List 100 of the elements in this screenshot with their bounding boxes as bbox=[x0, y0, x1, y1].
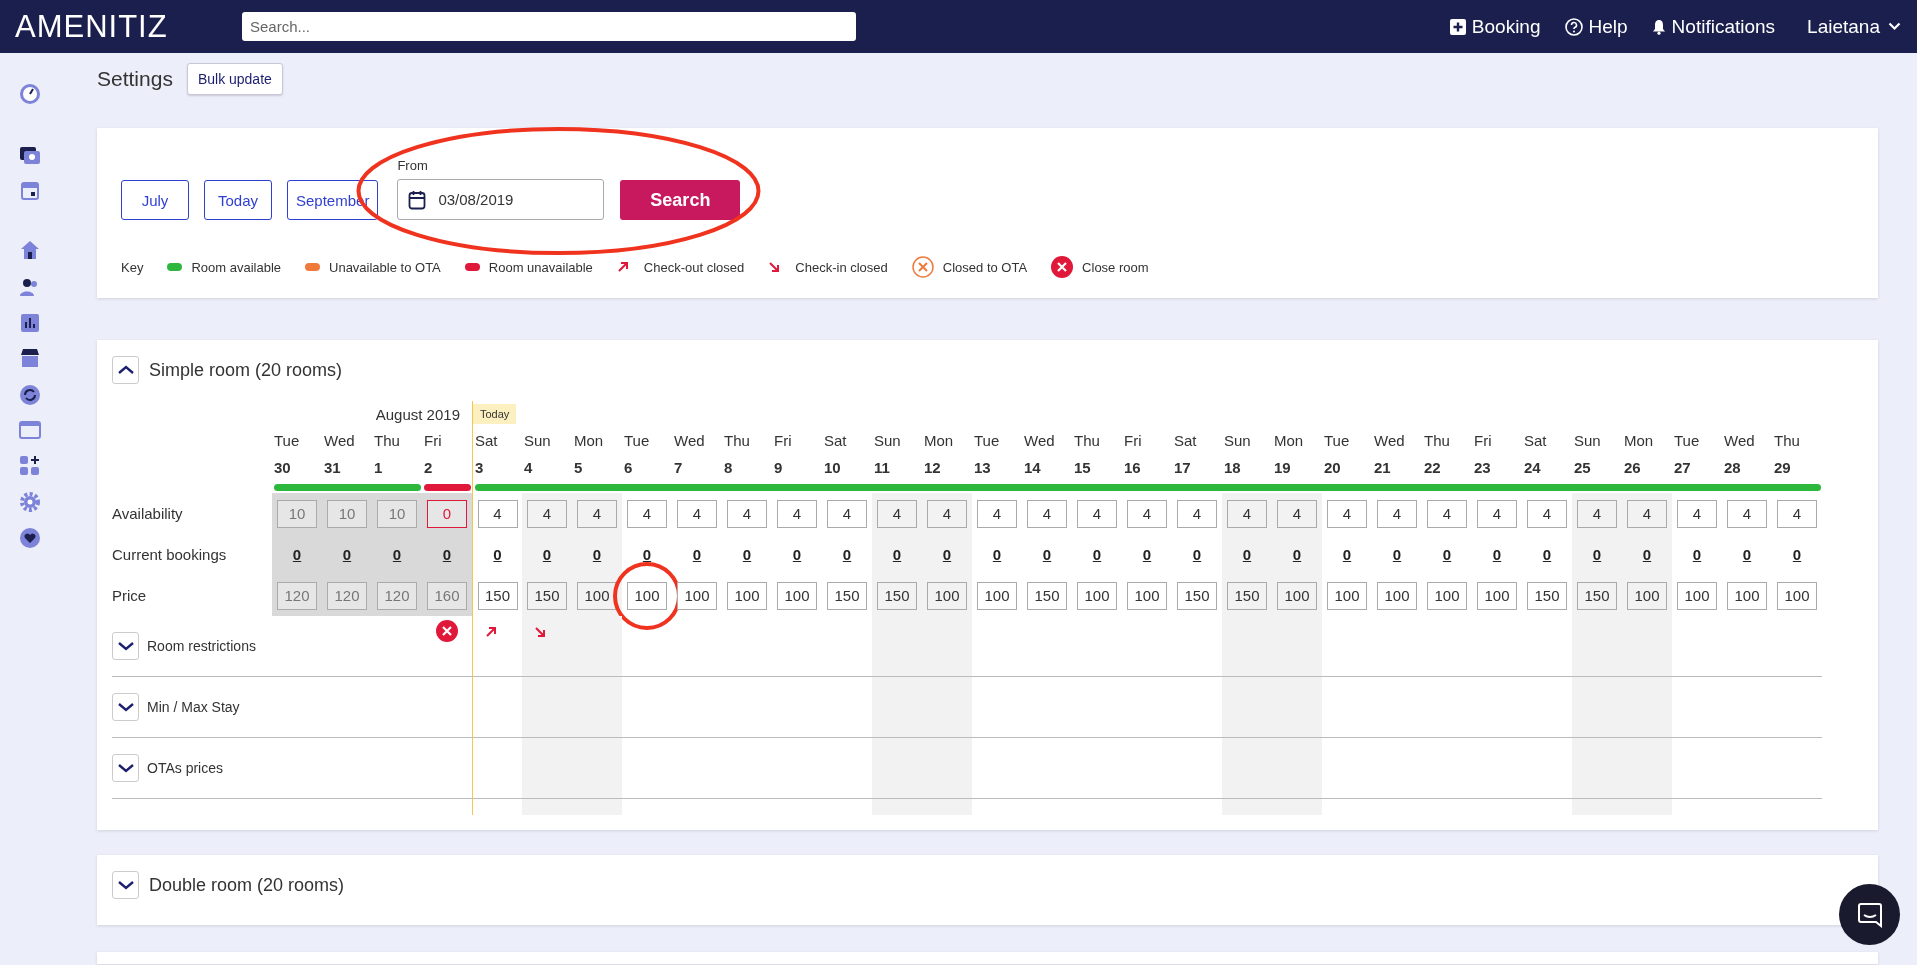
availability-field[interactable]: 4 bbox=[877, 499, 917, 528]
bookings-link[interactable]: 0 bbox=[592, 546, 602, 563]
price-field[interactable]: 150 bbox=[477, 581, 518, 610]
availability-field[interactable]: 4 bbox=[1477, 499, 1517, 528]
bookings-link[interactable]: 0 bbox=[1792, 546, 1802, 563]
bookings-link[interactable]: 0 bbox=[942, 546, 952, 563]
availability-field[interactable]: 4 bbox=[1577, 499, 1617, 528]
availability-field[interactable]: 4 bbox=[1227, 499, 1267, 528]
price-field[interactable]: 100 bbox=[1477, 581, 1517, 610]
bookings-link[interactable]: 0 bbox=[1692, 546, 1702, 563]
price-field[interactable]: 100 bbox=[1677, 581, 1717, 610]
price-field[interactable]: 150 bbox=[1227, 581, 1267, 610]
chat-button[interactable] bbox=[1839, 884, 1900, 945]
price-field[interactable]: 100 bbox=[777, 581, 817, 610]
search-field[interactable]: Search... bbox=[242, 12, 856, 41]
price-field[interactable]: 120 bbox=[327, 581, 367, 610]
bookings-link[interactable]: 0 bbox=[692, 546, 702, 563]
bookings-link[interactable]: 0 bbox=[1392, 546, 1402, 563]
price-field[interactable]: 100 bbox=[1327, 581, 1367, 610]
price-field[interactable]: 150 bbox=[527, 581, 567, 610]
availability-field[interactable]: 4 bbox=[1427, 499, 1467, 528]
calendar-icon[interactable] bbox=[19, 179, 41, 201]
availability-field[interactable]: 4 bbox=[1777, 499, 1817, 528]
price-field[interactable]: 100 bbox=[577, 581, 617, 610]
availability-field[interactable]: 4 bbox=[827, 499, 867, 528]
bookings-link[interactable]: 0 bbox=[1342, 546, 1352, 563]
store-icon[interactable] bbox=[19, 347, 41, 369]
date-field[interactable]: 03/08/2019 bbox=[397, 179, 605, 220]
bookings-link[interactable]: 0 bbox=[542, 546, 552, 563]
price-field[interactable]: 100 bbox=[627, 581, 667, 610]
price-field[interactable]: 100 bbox=[1777, 581, 1817, 610]
bookings-link[interactable]: 0 bbox=[1292, 546, 1302, 563]
availability-field[interactable]: 4 bbox=[527, 499, 567, 528]
price-field[interactable]: 150 bbox=[1577, 581, 1617, 610]
price-field[interactable]: 100 bbox=[1627, 581, 1667, 610]
availability-field[interactable]: 4 bbox=[1077, 499, 1117, 528]
availability-field[interactable]: 4 bbox=[627, 499, 667, 528]
price-field[interactable]: 100 bbox=[677, 581, 717, 610]
bookings-link[interactable]: 0 bbox=[1442, 546, 1452, 563]
bookings-link[interactable]: 0 bbox=[493, 546, 502, 563]
nav-link[interactable]: Booking bbox=[1449, 15, 1541, 38]
expand-button[interactable] bbox=[112, 871, 139, 899]
home-icon[interactable] bbox=[19, 239, 41, 261]
availability-field[interactable]: 4 bbox=[1377, 499, 1417, 528]
price-field[interactable]: 100 bbox=[1277, 581, 1317, 610]
month-button[interactable]: Today bbox=[204, 180, 272, 220]
price-field[interactable]: 150 bbox=[827, 581, 867, 610]
price-field[interactable]: 100 bbox=[1727, 581, 1767, 610]
search-button[interactable]: Search bbox=[620, 180, 741, 220]
availability-field[interactable]: 4 bbox=[777, 499, 817, 528]
chart-icon[interactable] bbox=[19, 312, 41, 334]
price-field[interactable]: 100 bbox=[1127, 581, 1167, 610]
price-field[interactable]: 100 bbox=[1077, 581, 1117, 610]
bookings-link[interactable]: 0 bbox=[392, 546, 402, 563]
price-field[interactable]: 120 bbox=[377, 581, 417, 610]
price-field[interactable]: 100 bbox=[1377, 581, 1417, 610]
bulk-update-button[interactable]: Bulk update bbox=[186, 62, 283, 95]
bookings-link[interactable]: 0 bbox=[642, 546, 652, 563]
bookings-link[interactable]: 0 bbox=[442, 546, 452, 563]
bookings-link[interactable]: 0 bbox=[1592, 546, 1602, 563]
availability-field[interactable]: 4 bbox=[727, 499, 767, 528]
bookings-link[interactable]: 0 bbox=[1242, 546, 1252, 563]
settings-icon[interactable] bbox=[19, 491, 41, 513]
expand-button[interactable] bbox=[112, 754, 139, 782]
availability-field[interactable]: 10 bbox=[377, 499, 417, 528]
availability-field[interactable]: 4 bbox=[1327, 499, 1367, 528]
price-field[interactable]: 100 bbox=[1427, 581, 1467, 610]
price-field[interactable]: 150 bbox=[1527, 581, 1567, 610]
availability-field[interactable]: 4 bbox=[1727, 499, 1767, 528]
availability-field[interactable]: 4 bbox=[1127, 499, 1167, 528]
gauge-icon[interactable] bbox=[19, 83, 41, 105]
availability-field[interactable]: 0 bbox=[427, 499, 467, 528]
images-icon[interactable] bbox=[19, 144, 41, 166]
bookings-link[interactable]: 0 bbox=[792, 546, 802, 563]
availability-field[interactable]: 4 bbox=[1277, 499, 1317, 528]
bookings-link[interactable]: 0 bbox=[992, 546, 1002, 563]
expand-button[interactable] bbox=[112, 632, 139, 660]
expand-button[interactable] bbox=[112, 693, 139, 721]
window-icon[interactable] bbox=[19, 419, 41, 441]
bookings-link[interactable]: 0 bbox=[892, 546, 902, 563]
availability-field[interactable]: 10 bbox=[327, 499, 367, 528]
nav-link[interactable]: Help bbox=[1564, 15, 1628, 38]
price-field[interactable]: 160 bbox=[427, 581, 467, 610]
bookings-link[interactable]: 0 bbox=[1492, 546, 1502, 563]
price-field[interactable]: 150 bbox=[1177, 581, 1217, 610]
sync-icon[interactable] bbox=[19, 384, 41, 406]
availability-field[interactable]: 4 bbox=[927, 499, 967, 528]
price-field[interactable]: 150 bbox=[1027, 581, 1067, 610]
month-button[interactable]: July bbox=[121, 180, 189, 220]
price-field[interactable]: 150 bbox=[877, 581, 917, 610]
bookings-link[interactable]: 0 bbox=[1192, 546, 1202, 563]
price-field[interactable]: 100 bbox=[727, 581, 767, 610]
availability-field[interactable]: 4 bbox=[1677, 499, 1717, 528]
availability-field[interactable]: 4 bbox=[677, 499, 717, 528]
bookings-link[interactable]: 0 bbox=[1042, 546, 1052, 563]
bookings-link[interactable]: 0 bbox=[1142, 546, 1152, 563]
user-menu[interactable]: Laietana bbox=[1807, 15, 1901, 38]
bookings-link[interactable]: 0 bbox=[842, 546, 852, 563]
expand-button[interactable] bbox=[112, 356, 139, 384]
availability-field[interactable]: 4 bbox=[1627, 499, 1667, 528]
